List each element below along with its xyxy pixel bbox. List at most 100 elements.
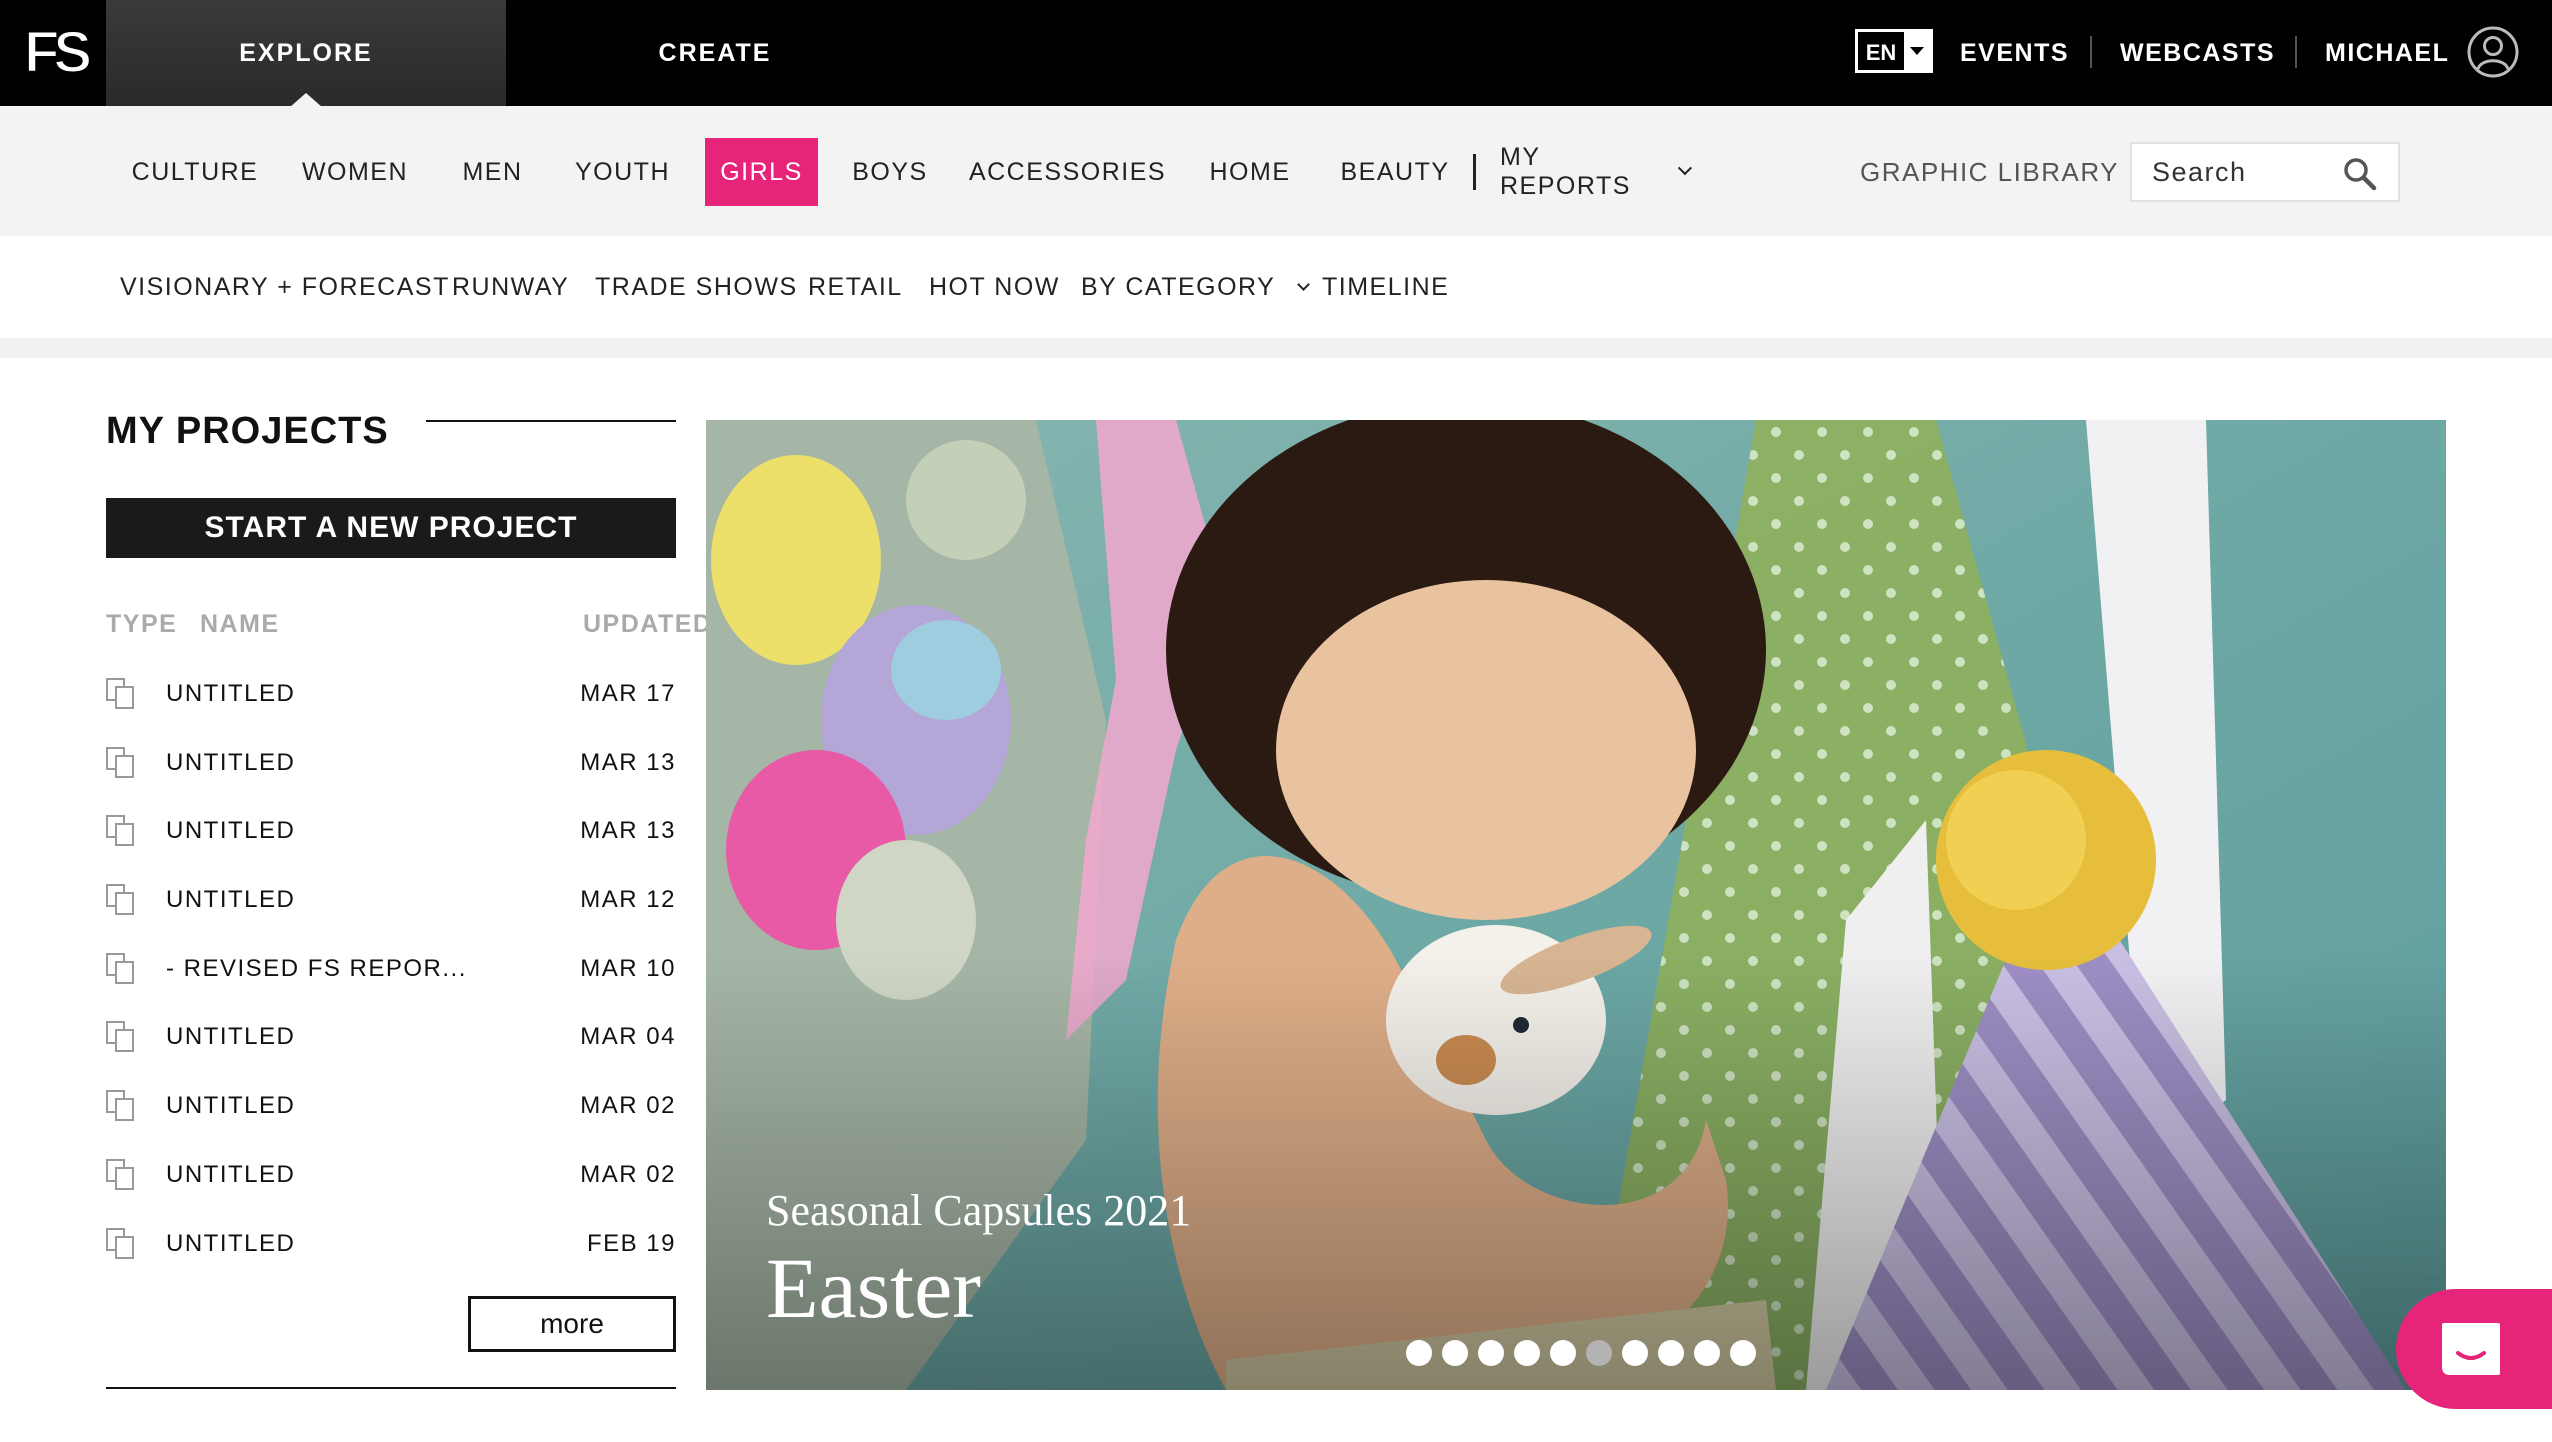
search-box: [2130, 142, 2400, 202]
cat-boys[interactable]: BOYS: [845, 138, 935, 206]
copy-pages-icon: [106, 884, 134, 916]
sub-visionary-forecast[interactable]: VISIONARY + FORECAST: [120, 236, 450, 338]
projects-bottom-rule: [106, 1387, 676, 1389]
cat-accessories[interactable]: ACCESSORIES: [969, 138, 1165, 206]
hero-headline[interactable]: Easter: [766, 1238, 981, 1338]
project-date: FEB 19: [586, 1229, 676, 1257]
nav-webcasts[interactable]: WEBCASTS: [2120, 0, 2275, 106]
project-date: MAR 02: [580, 1160, 676, 1188]
project-row[interactable]: UNTITLED MAR 13: [106, 797, 676, 866]
svg-text:FS: FS: [24, 22, 90, 82]
sub-retail[interactable]: RETAIL: [808, 236, 903, 338]
user-menu[interactable]: MICHAEL: [2325, 0, 2449, 106]
carousel-dot[interactable]: [1514, 1340, 1540, 1366]
sub-runway[interactable]: RUNWAY: [452, 236, 569, 338]
project-name: UNTITLED: [166, 1092, 296, 1120]
by-category-label: BY CATEGORY: [1081, 272, 1276, 301]
language-code: EN: [1865, 40, 1897, 65]
col-header-name[interactable]: NAME: [200, 610, 280, 639]
project-row[interactable]: UNTITLED MAR 12: [106, 866, 676, 935]
carousel-dot[interactable]: [1406, 1340, 1432, 1366]
cat-beauty[interactable]: BEAUTY: [1335, 138, 1455, 206]
cat-men[interactable]: MEN: [450, 138, 535, 206]
project-date: MAR 10: [580, 954, 676, 982]
nav-explore[interactable]: EXPLORE: [106, 0, 506, 107]
project-name: UNTITLED: [166, 1229, 296, 1257]
project-name: UNTITLED: [166, 817, 296, 845]
sub-nav: VISIONARY + FORECAST RUNWAY TRADE SHOWS …: [0, 236, 2552, 338]
project-name: UNTITLED: [166, 748, 296, 776]
divider: [2295, 36, 2297, 68]
project-row[interactable]: UNTITLED MAR 13: [106, 729, 676, 798]
graphic-library-link[interactable]: GRAPHIC LIBRARY: [1860, 138, 2119, 206]
project-row[interactable]: UNTITLED MAR 04: [106, 1003, 676, 1072]
my-reports-menu[interactable]: MY REPORTS: [1500, 138, 1693, 206]
chat-icon: [2442, 1323, 2500, 1375]
more-button[interactable]: more: [468, 1296, 676, 1352]
copy-pages-icon: [106, 1090, 134, 1122]
title-rule: [426, 420, 676, 422]
copy-pages-icon: [106, 815, 134, 847]
cat-home[interactable]: HOME: [1200, 138, 1300, 206]
sub-timeline[interactable]: TIMELINE: [1322, 236, 1449, 338]
cat-women[interactable]: WOMEN: [290, 138, 420, 206]
copy-pages-icon: [106, 678, 134, 709]
hero-carousel[interactable]: Seasonal Capsules 2021 Easter: [706, 420, 2446, 1390]
nav-events[interactable]: EVENTS: [1960, 0, 2069, 106]
project-date: MAR 13: [580, 817, 676, 845]
chevron-down-icon: [1678, 161, 1693, 175]
project-name: UNTITLED: [166, 680, 296, 707]
project-date: MAR 12: [580, 886, 676, 914]
carousel-pagination: [1406, 1340, 1756, 1366]
carousel-dot[interactable]: [1478, 1340, 1504, 1366]
project-date: MAR 02: [580, 1092, 676, 1120]
start-new-project-button[interactable]: START A NEW PROJECT: [106, 498, 676, 558]
project-date: MAR 04: [580, 1023, 676, 1051]
user-circle-icon[interactable]: [2467, 26, 2519, 78]
col-header-updated[interactable]: UPDATED: [583, 610, 712, 639]
projects-title: MY PROJECTS: [106, 410, 389, 452]
project-name: UNTITLED: [166, 886, 296, 914]
magnifier-icon[interactable]: [2342, 156, 2378, 192]
cat-girls[interactable]: GIRLS: [705, 138, 818, 206]
chat-launcher[interactable]: [2396, 1289, 2552, 1409]
carousel-dot[interactable]: [1442, 1340, 1468, 1366]
cat-culture[interactable]: CULTURE: [120, 138, 270, 206]
copy-pages-icon: [106, 1227, 134, 1259]
sub-trade-shows[interactable]: TRADE SHOWS: [595, 236, 798, 338]
divider: [2090, 36, 2092, 68]
project-date: MAR 13: [580, 748, 676, 776]
nav-create[interactable]: CREATE: [560, 0, 870, 106]
project-row[interactable]: - REVISED FS REPOR... MAR 10: [106, 935, 676, 1004]
project-name: - REVISED FS REPOR...: [166, 954, 467, 982]
search-input[interactable]: [2132, 144, 2342, 200]
sub-hot-now[interactable]: HOT NOW: [929, 236, 1060, 338]
carousel-dot[interactable]: [1622, 1340, 1648, 1366]
fs-logo[interactable]: FS: [24, 22, 104, 82]
my-reports-label: MY REPORTS: [1500, 143, 1631, 200]
carousel-dot[interactable]: [1658, 1340, 1684, 1366]
col-header-type[interactable]: TYPE: [106, 610, 177, 639]
section-divider-band: [0, 338, 2552, 358]
hero-kicker: Seasonal Capsules 2021: [766, 1186, 1192, 1235]
project-row[interactable]: UNTITLED MAR 02: [106, 1141, 676, 1210]
nav-create-label: CREATE: [658, 38, 772, 67]
divider: [1473, 154, 1476, 190]
project-row[interactable]: UNTITLED MAR 17: [106, 660, 676, 729]
sub-by-category[interactable]: BY CATEGORY: [1081, 236, 1311, 338]
project-row[interactable]: UNTITLED MAR 02: [106, 1072, 676, 1141]
project-date: MAR 17: [580, 680, 676, 707]
project-name: UNTITLED: [166, 1023, 296, 1051]
carousel-dot[interactable]: [1586, 1340, 1612, 1366]
chevron-down-icon: [1904, 32, 1930, 70]
carousel-dot[interactable]: [1730, 1340, 1756, 1366]
carousel-dot[interactable]: [1694, 1340, 1720, 1366]
top-bar: FS EXPLORE CREATE EN EVENTS WEBCASTS MIC…: [0, 0, 2552, 107]
cat-youth[interactable]: YOUTH: [565, 138, 680, 206]
copy-pages-icon: [106, 746, 134, 778]
chevron-down-icon: [1297, 277, 1311, 291]
copy-pages-icon: [106, 1158, 134, 1190]
language-select[interactable]: EN: [1855, 29, 1933, 73]
project-row[interactable]: UNTITLED FEB 19: [106, 1210, 676, 1279]
carousel-dot[interactable]: [1550, 1340, 1576, 1366]
